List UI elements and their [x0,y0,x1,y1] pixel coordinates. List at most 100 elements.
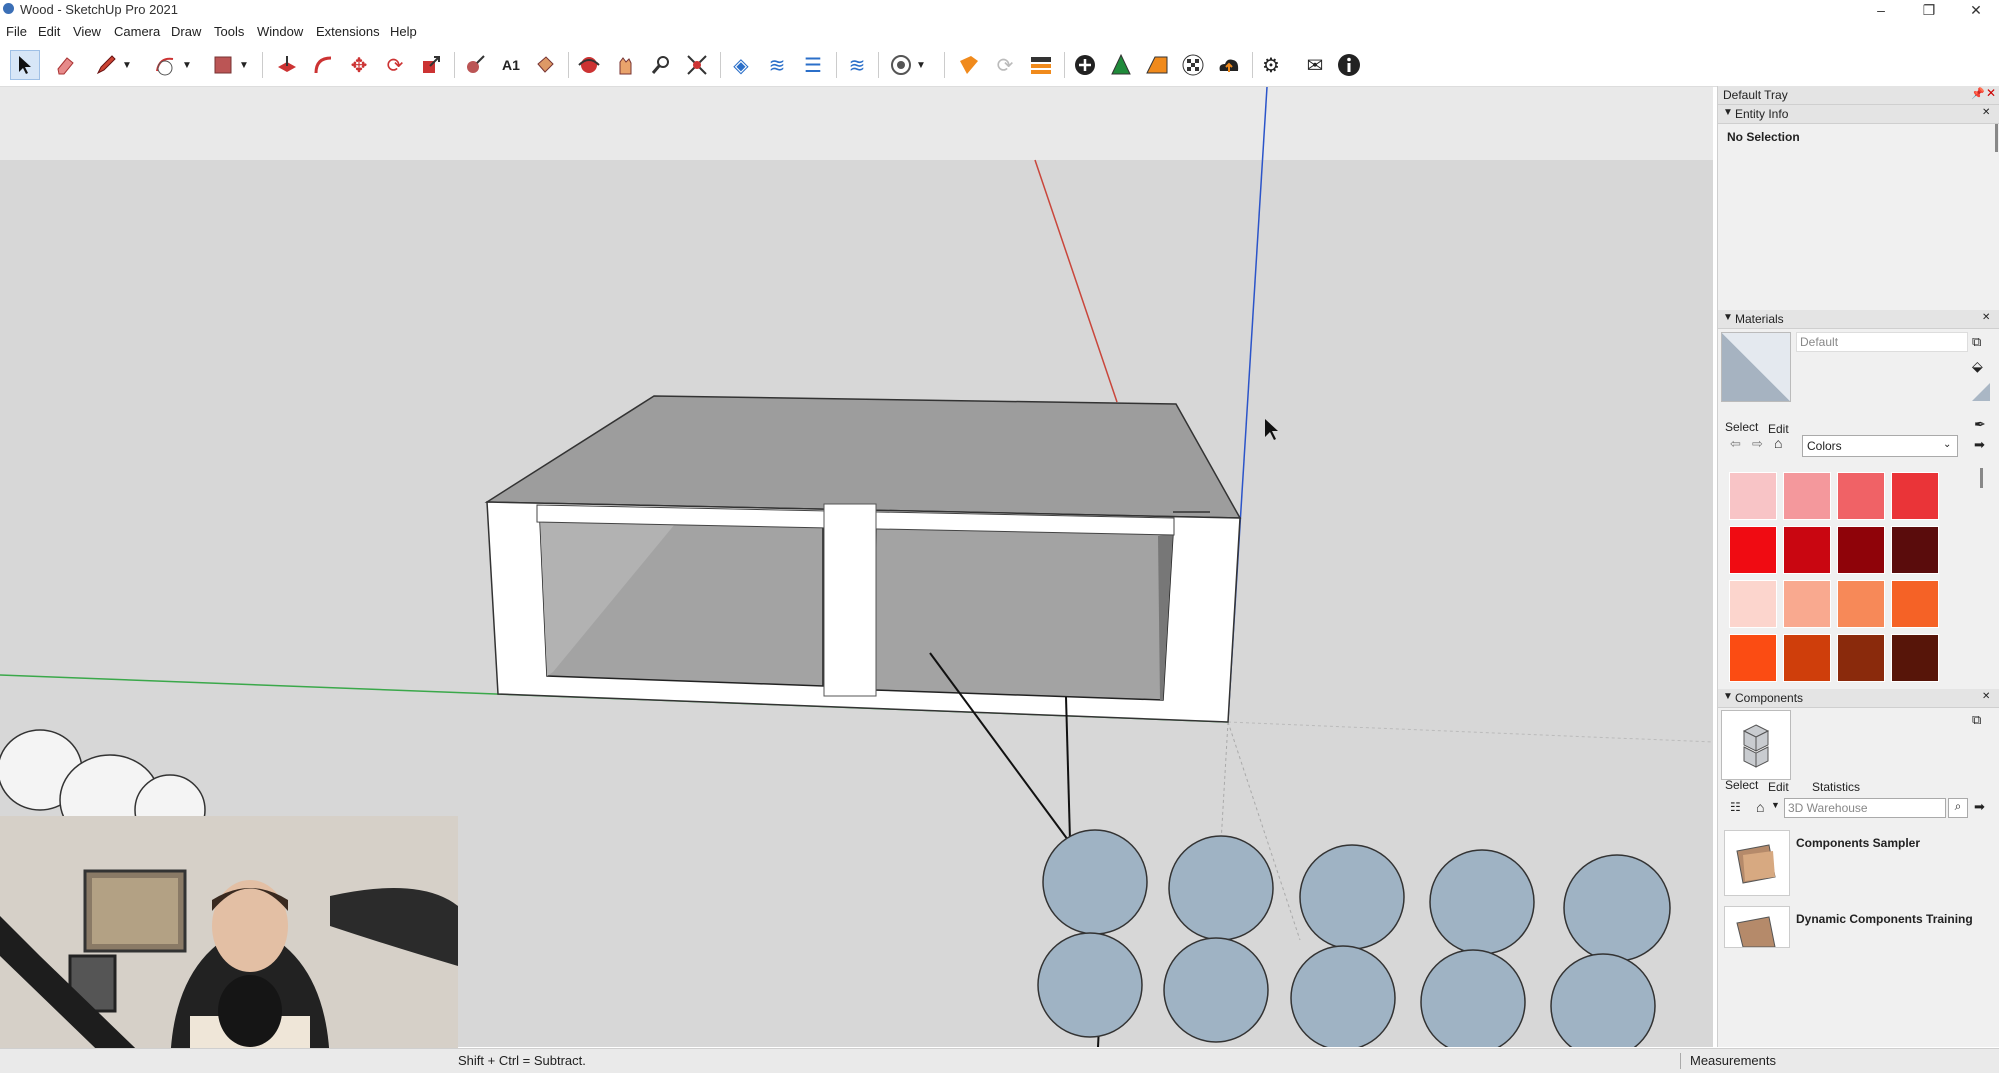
view-options-icon[interactable]: ☷ [1730,800,1741,814]
menu-extensions[interactable]: Extensions [316,24,380,39]
section-display-icon[interactable]: ≋ [762,50,792,80]
component-item-title[interactable]: Components Sampler [1796,836,1920,850]
text-icon[interactable]: A1 [496,50,526,80]
right-opening[interactable] [873,526,1174,701]
components-tab-select[interactable]: Select [1725,778,1758,792]
components-tab-edit[interactable]: Edit [1768,780,1789,794]
minimize-button[interactable]: – [1858,0,1904,20]
layout-icon[interactable] [954,50,984,80]
sandbox-icon[interactable] [886,50,916,80]
mail-icon[interactable]: ✉ [1300,50,1330,80]
display-secondary-icon[interactable]: ⧉ [1972,712,1981,728]
menu-file[interactable]: File [6,24,27,39]
chevron-down-icon[interactable]: ▼ [120,50,134,80]
close-icon[interactable]: ✕ [1984,86,1998,102]
scenes-icon[interactable] [1026,50,1056,80]
home-icon[interactable]: ⌂ [1774,435,1782,451]
component-folder-icon[interactable] [1724,830,1790,896]
material-swatch[interactable] [1837,472,1885,520]
material-swatch[interactable] [1729,472,1777,520]
pin-icon[interactable]: 📌 [1971,87,1985,100]
select-tool-icon[interactable] [10,50,40,80]
collapse-arrow-icon[interactable]: ▼ [1723,691,1733,702]
maximize-button[interactable]: ❐ [1906,0,1952,20]
component-item-title[interactable]: Dynamic Components Training [1796,912,1973,926]
eyedropper-icon[interactable]: ✒ [1974,416,1986,433]
pencil-line-icon[interactable] [91,50,121,80]
components-header[interactable]: ▼ Components ✕ [1718,689,1999,708]
forward-icon[interactable]: ⇨ [1752,436,1763,452]
menu-help[interactable]: Help [390,24,417,39]
material-swatch[interactable] [1891,580,1939,628]
material-swatch[interactable] [1783,472,1831,520]
follow-me-icon[interactable] [308,50,338,80]
rotate-icon[interactable]: ⟳ [380,50,410,80]
info-icon[interactable] [1334,50,1364,80]
chevron-down-icon[interactable]: ▼ [1771,800,1780,810]
chevron-down-icon[interactable]: ▼ [914,50,928,80]
sphere-group[interactable] [1037,829,1671,1047]
materials-tab-edit[interactable]: Edit [1768,422,1789,436]
material-swatch[interactable] [1783,526,1831,574]
cloud-upload-icon[interactable] [1214,50,1244,80]
back-icon[interactable]: ⇦ [1730,436,1741,452]
material-swatch[interactable] [1891,634,1939,682]
chevron-down-icon[interactable]: ▼ [180,50,194,80]
photo-match-icon[interactable] [1142,50,1172,80]
pan-icon[interactable] [610,50,640,80]
material-swatch[interactable] [1837,580,1885,628]
materials-tab-select[interactable]: Select [1725,420,1758,434]
component-folder-icon[interactable] [1724,906,1790,948]
chevron-down-icon[interactable]: ▼ [237,50,251,80]
material-swatch[interactable] [1783,580,1831,628]
scale-icon[interactable] [416,50,446,80]
rectangle-icon[interactable] [208,50,238,80]
menu-edit[interactable]: Edit [38,24,60,39]
close-icon[interactable]: ✕ [1982,107,1990,118]
tags-icon[interactable]: ☰ [798,50,828,80]
collapse-arrow-icon[interactable]: ▼ [1723,107,1733,118]
section-plane-icon[interactable]: ◈ [726,50,756,80]
material-swatch[interactable] [1891,472,1939,520]
arc-icon[interactable] [150,50,180,80]
default-material-icon[interactable] [1972,383,1990,401]
box-top-face[interactable] [484,395,1242,519]
add-location-icon[interactable] [1070,50,1100,80]
scrollbar[interactable] [1980,468,1983,488]
trees-icon[interactable] [1106,50,1136,80]
create-material-icon[interactable]: ⬙ [1972,358,1983,375]
material-name-field[interactable]: Default [1796,332,1968,352]
search-icon[interactable]: ⌕ [1948,798,1968,818]
details-arrow-icon[interactable]: ➡ [1974,437,1985,453]
material-library-select[interactable]: Colors ⌄ [1802,435,1958,457]
zoom-icon[interactable] [646,50,676,80]
material-swatch[interactable] [1729,634,1777,682]
settings-icon[interactable]: ⚙ [1256,50,1286,80]
paint-bucket-icon[interactable] [530,50,560,80]
center-divider[interactable] [823,503,877,697]
material-swatch[interactable] [1729,526,1777,574]
material-swatch[interactable] [1729,580,1777,628]
close-icon[interactable]: ✕ [1982,312,1990,323]
chevron-down-icon[interactable]: ⌄ [1943,439,1951,450]
collapse-arrow-icon[interactable]: ▼ [1723,312,1733,323]
menu-tools[interactable]: Tools [214,24,244,39]
materials-header[interactable]: ▼ Materials ✕ [1718,310,1999,329]
menu-camera[interactable]: Camera [114,24,160,39]
material-swatch[interactable] [1783,634,1831,682]
drawn-line[interactable] [1065,696,1071,841]
push-pull-icon[interactable] [272,50,302,80]
orbit-icon[interactable] [574,50,604,80]
display-secondary-icon[interactable]: ⧉ [1972,334,1981,350]
component-search-input[interactable]: 3D Warehouse [1784,798,1946,818]
components-tab-statistics[interactable]: Statistics [1812,780,1860,794]
home-icon[interactable]: ⌂ [1756,799,1764,815]
menu-draw[interactable]: Draw [171,24,201,39]
close-icon[interactable]: ✕ [1982,691,1990,702]
menu-view[interactable]: View [73,24,101,39]
material-swatch[interactable] [1837,634,1885,682]
move-icon[interactable]: ✥ [344,50,374,80]
menu-window[interactable]: Window [257,24,303,39]
material-swatch[interactable] [1837,526,1885,574]
close-button[interactable]: ✕ [1953,0,1999,20]
